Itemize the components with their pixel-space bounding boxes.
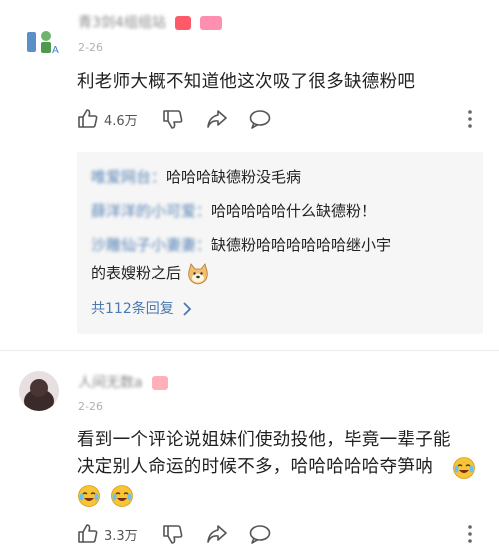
thumb-down-icon[interactable] — [162, 523, 184, 545]
username[interactable]: 人间无数a — [78, 375, 143, 391]
share-icon[interactable] — [205, 108, 229, 130]
thumb-up-icon[interactable] — [77, 108, 99, 130]
more-vertical-icon[interactable] — [467, 524, 473, 544]
doge-emoji-icon — [186, 262, 210, 286]
reply-username[interactable]: 唯爱网台： — [91, 168, 166, 186]
more-replies-label: 共112条回复 — [91, 301, 174, 317]
crying-laugh-emoji-icon — [452, 456, 476, 484]
chevron-right-icon — [182, 302, 192, 316]
reply-username[interactable]: 薛洋洋的小可爱： — [91, 202, 211, 220]
crying-laugh-emoji-icon — [77, 484, 101, 512]
comment-icon[interactable] — [248, 108, 272, 130]
vip-badge — [200, 15, 223, 30]
level-badge — [151, 375, 168, 390]
share-icon[interactable] — [205, 523, 229, 545]
comment-text-line-2: 决定别人命运的时候不多，哈哈哈哈哈夺笋呐 — [77, 457, 433, 477]
like-count: 3.3万 — [104, 529, 138, 544]
reply-text-continued: 的表嫂粉之后 — [91, 264, 182, 282]
reply-text: 缺德粉哈哈哈哈哈哈继小宇 — [211, 236, 392, 254]
thumb-up-icon[interactable] — [77, 523, 99, 545]
like-count: 4.6万 — [104, 114, 138, 129]
comment-icon[interactable] — [248, 523, 272, 545]
level-badge — [174, 15, 191, 30]
view-more-replies-link[interactable]: 共112条回复 — [91, 298, 192, 318]
comment-date: 2-26 — [78, 41, 103, 54]
reply-item[interactable]: 沙雕仙子小妻妻：缺德粉哈哈哈哈哈哈继小宇 — [91, 232, 391, 258]
thumb-down-icon[interactable] — [162, 108, 184, 130]
reply-text: 哈哈哈哈哈什么缺德粉！ — [211, 202, 377, 220]
reply-item[interactable]: 薛洋洋的小可爱：哈哈哈哈哈什么缺德粉！ — [91, 198, 376, 224]
username[interactable]: 青3剑4组组站 — [78, 15, 166, 31]
divider — [0, 350, 499, 351]
comment-text: 利老师大概不知道他这次吸了很多缺德粉吧 — [77, 72, 416, 92]
comment-text-line-1: 看到一个评论说姐妹们使劲投他，毕竟一辈子能 — [77, 430, 451, 450]
avatar[interactable] — [19, 371, 59, 411]
comment-date: 2-26 — [78, 400, 103, 413]
svg-text:A: A — [52, 45, 59, 56]
more-vertical-icon[interactable] — [467, 109, 473, 129]
reply-username[interactable]: 沙雕仙子小妻妻： — [91, 236, 211, 254]
reply-text: 哈哈哈缺德粉没毛病 — [166, 168, 302, 186]
reply-box: 唯爱网台：哈哈哈缺德粉没毛病 薛洋洋的小可爱：哈哈哈哈哈什么缺德粉！ 沙雕仙子小… — [77, 152, 483, 334]
avatar[interactable]: A — [21, 20, 63, 62]
crying-laugh-emoji-icon — [110, 484, 134, 512]
reply-item[interactable]: 唯爱网台：哈哈哈缺德粉没毛病 — [91, 164, 301, 190]
